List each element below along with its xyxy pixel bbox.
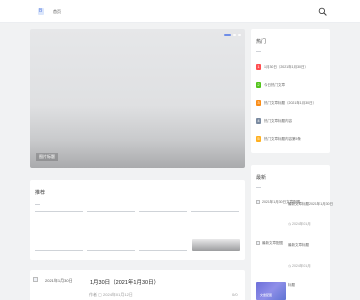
logo-text: B [39, 8, 43, 14]
hot-item-title[interactable]: 热门文章标题（2021年1月30日） [264, 101, 316, 106]
author-label: 作者 [89, 292, 97, 297]
date-text: 2024年01月 [292, 222, 311, 226]
hot-item[interactable]: 2 今日热门文章 [256, 82, 285, 88]
rank-badge: 1 [256, 64, 261, 70]
post-title-link[interactable]: 1月30日（2021年1月30日） [90, 278, 159, 286]
hot-panel: 热门 1 1月30日（2021年1月30日） 2 今日热门文章 3 热门文章标题… [251, 29, 330, 153]
carousel-indicators [224, 34, 241, 36]
latest-item-title[interactable]: 最新文章标题 [288, 243, 309, 248]
post-meta: 作者 ▢ 2024年01月12日 [89, 292, 133, 298]
hot-item[interactable]: 5 热门文章标题内容第5条 [256, 136, 301, 142]
recommend-thumbnail[interactable] [192, 239, 240, 251]
rank-badge: 5 [256, 136, 261, 142]
recommend-item-line [191, 211, 239, 212]
hot-item-title[interactable]: 热门文章标题内容 [264, 119, 292, 124]
post-date: 2024年01月12日 [103, 292, 133, 297]
date-text: 2024年01月 [292, 264, 311, 268]
site-logo[interactable]: B [38, 8, 44, 15]
post-card[interactable]: 2021年1月30日 1月30日（2021年1月30日） 作者 ▢ 2024年0… [30, 270, 245, 300]
latest-thumbnail[interactable]: 文章配图 [256, 282, 286, 300]
rank-badge: 3 [256, 100, 261, 106]
recommend-item-line [87, 250, 135, 251]
latest-image-alt: 最新文章配图 [262, 241, 283, 245]
hot-item-title[interactable]: 今日热门文章 [264, 83, 285, 88]
broken-image-icon [256, 200, 260, 204]
carousel-dot-active[interactable] [224, 34, 231, 36]
latest-item-date: ◷ 2024年01月 [288, 222, 311, 226]
hot-item-title[interactable]: 1月30日（2021年1月30日） [264, 65, 308, 70]
latest-title: 最新 [256, 175, 267, 181]
recommend-item-line [139, 250, 187, 251]
carousel-dot[interactable] [233, 34, 236, 36]
recommend-item-line [87, 211, 135, 212]
post-count: 0/0 [232, 292, 238, 297]
post-image-alt: 2021年1月30日 [45, 278, 73, 283]
section-divider [256, 187, 261, 188]
search-icon[interactable] [318, 7, 327, 16]
section-divider [256, 51, 261, 52]
recommend-item-line [139, 211, 187, 212]
recommend-title: 推荐 [35, 190, 46, 196]
recommend-item-line [35, 250, 83, 251]
latest-item-title[interactable]: 标题 [288, 283, 295, 288]
thumb-caption: 文章配图 [260, 293, 273, 297]
rank-badge: 4 [256, 118, 261, 124]
hero-caption: 图片标题 [36, 153, 58, 161]
hot-item[interactable]: 4 热门文章标题内容 [256, 118, 292, 124]
hot-item[interactable]: 1 1月30日（2021年1月30日） [256, 64, 308, 70]
recommend-panel: 推荐 [30, 180, 245, 260]
section-divider [35, 204, 40, 205]
recommend-item-line [35, 211, 83, 212]
hot-item-title[interactable]: 热门文章标题内容第5条 [264, 137, 301, 142]
hot-title: 热门 [256, 39, 267, 45]
broken-image-icon [33, 277, 38, 282]
rank-badge: 2 [256, 82, 261, 88]
broken-image-icon [256, 241, 260, 245]
latest-item-title[interactable]: 最新文章标题2021年1月30日 [288, 202, 333, 207]
carousel-dot[interactable] [238, 34, 241, 36]
nav-home-link[interactable]: 首页 [53, 9, 61, 15]
latest-panel: 最新 2021年1月30日文章配图 最新文章标题2021年1月30日 ◷ 202… [251, 165, 333, 300]
latest-item-date: ◷ 2024年01月 [288, 264, 311, 268]
hero-carousel[interactable]: 图片标题 [30, 29, 245, 168]
hot-item[interactable]: 3 热门文章标题（2021年1月30日） [256, 100, 316, 106]
top-navigation-bar: B 首页 [0, 0, 360, 23]
